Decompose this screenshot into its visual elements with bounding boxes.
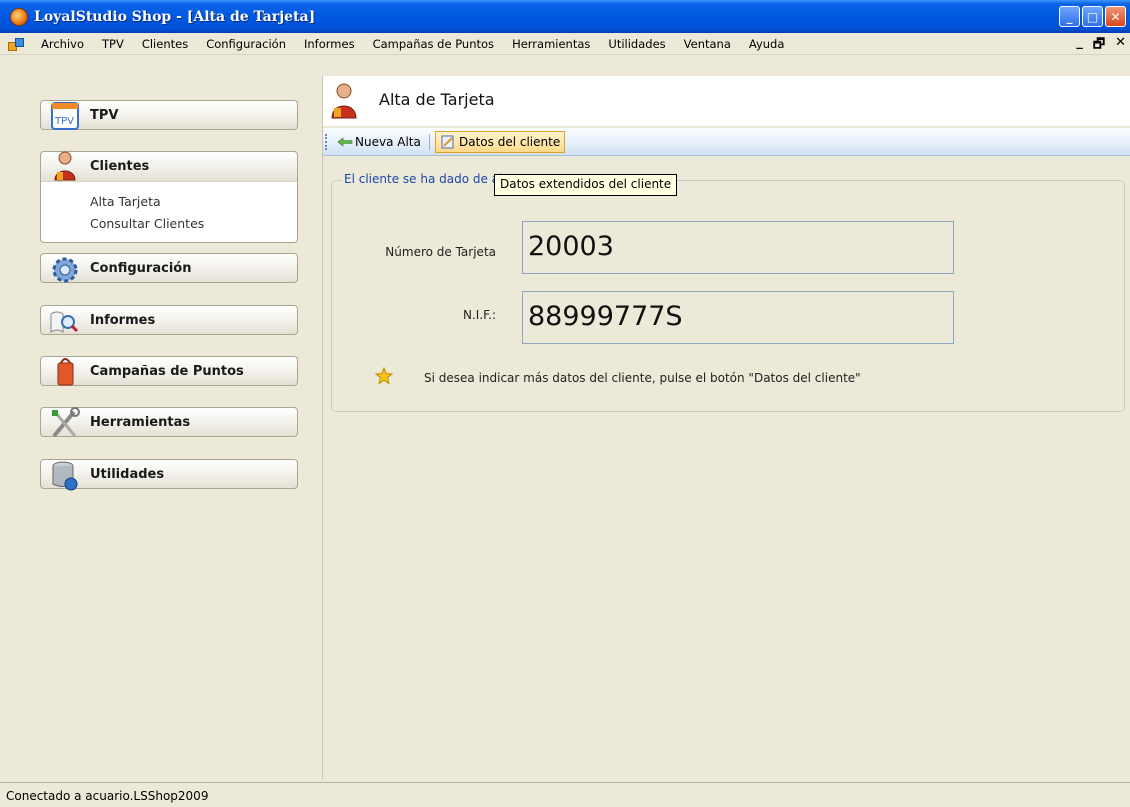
card-number-label: Número de Tarjeta	[385, 245, 496, 259]
status-bar: Conectado a acuario.LSShop2009	[0, 782, 1130, 807]
minimize-button[interactable]: _	[1059, 6, 1080, 27]
toolbar-separator	[429, 134, 430, 150]
nav-group-label: Herramientas	[90, 415, 191, 430]
client-data-label: Datos del cliente	[459, 135, 561, 149]
card-number-field[interactable]: 20003	[522, 221, 954, 274]
menu-tpv[interactable]: TPV	[93, 37, 133, 51]
report-icon	[50, 311, 79, 333]
tpv-icon: TPV	[51, 102, 79, 130]
window-controls: _ □ ✕	[1059, 6, 1126, 27]
new-card-button[interactable]: Nueva Alta	[333, 131, 425, 153]
content-area: Alta de Tarjeta Nueva Alta Datos del cli…	[323, 76, 1130, 779]
menu-informes[interactable]: Informes	[295, 37, 364, 51]
gear-icon	[52, 257, 78, 283]
menu-ventana[interactable]: Ventana	[675, 37, 740, 51]
nav-group-label: TPV	[90, 108, 119, 123]
nav-group-label: Utilidades	[90, 467, 165, 482]
toolbar-grip[interactable]	[325, 134, 328, 150]
nav-group-herramientas[interactable]: Herramientas	[40, 407, 298, 438]
menu-bar: Archivo TPV Clientes Configuración Infor…	[0, 33, 1130, 55]
status-text: Conectado a acuario.LSShop2009	[6, 789, 209, 803]
database-icon	[52, 461, 78, 491]
tools-icon	[52, 407, 80, 438]
nav-group-label: Configuración	[90, 261, 192, 276]
client-data-button[interactable]: Datos del cliente	[435, 131, 566, 153]
menu-herramientas[interactable]: Herramientas	[503, 37, 599, 51]
nav-group-label: Campañas de Puntos	[90, 364, 244, 379]
mdi-controls: _ 🗗 ✕	[1076, 35, 1126, 57]
title-bar[interactable]: LoyalStudio Shop - [Alta de Tarjeta] _ □…	[0, 0, 1130, 33]
mdi-restore-icon[interactable]: 🗗	[1093, 35, 1105, 57]
nav-group-label: Informes	[90, 313, 156, 328]
menu-utilidades[interactable]: Utilidades	[599, 37, 674, 51]
close-button[interactable]: ✕	[1105, 6, 1126, 27]
shopping-bag-icon	[57, 358, 74, 386]
star-icon	[375, 367, 393, 385]
tooltip: Datos extendidos del cliente	[494, 174, 678, 196]
nav-group-campanas[interactable]: Campañas de Puntos	[40, 356, 298, 386]
nav-group-utilidades[interactable]: Utilidades	[40, 459, 298, 491]
menu-ayuda[interactable]: Ayuda	[740, 37, 794, 51]
menu-configuracion[interactable]: Configuración	[197, 37, 295, 51]
nav-item-alta-tarjeta[interactable]: Alta Tarjeta	[90, 194, 161, 209]
mdi-window-icon[interactable]	[8, 37, 24, 51]
groupbox-caption: El cliente se ha dado de al	[342, 172, 505, 186]
window-title: LoyalStudio Shop - [Alta de Tarjeta]	[34, 8, 316, 25]
menu-campanas[interactable]: Campañas de Puntos	[364, 37, 504, 51]
client-icon	[54, 151, 76, 181]
hint-text: Si desea indicar más datos del cliente, …	[424, 371, 861, 385]
page-title: Alta de Tarjeta	[379, 90, 495, 109]
mdi-minimize-icon[interactable]: _	[1076, 35, 1083, 57]
nav-group-informes[interactable]: Informes	[40, 305, 298, 335]
nav-group-label: Clientes	[90, 159, 150, 174]
mdi-close-icon[interactable]: ✕	[1115, 35, 1126, 57]
nav-group-configuracion[interactable]: Configuración	[40, 253, 298, 283]
card-groupbox: El cliente se ha dado de al Número de Ta…	[331, 172, 1125, 412]
edit-document-icon	[441, 135, 454, 149]
navigation-panel: TPV TPV Clientes Alta Tarjeta Consultar …	[8, 76, 323, 779]
content-header: Alta de Tarjeta	[323, 76, 1130, 126]
new-card-label: Nueva Alta	[355, 135, 421, 149]
toolbar: Nueva Alta Datos del cliente	[323, 128, 1130, 156]
arrow-left-icon	[337, 137, 353, 147]
maximize-button[interactable]: □	[1082, 6, 1103, 27]
nav-group-tpv[interactable]: TPV TPV	[40, 100, 298, 130]
app-icon	[10, 7, 28, 26]
menu-archivo[interactable]: Archivo	[32, 37, 93, 51]
nif-field[interactable]: 88999777S	[522, 291, 954, 344]
nav-item-consultar-clientes[interactable]: Consultar Clientes	[90, 216, 204, 231]
menu-clientes[interactable]: Clientes	[133, 37, 197, 51]
nav-group-clientes: Clientes Alta Tarjeta Consultar Clientes	[40, 151, 298, 243]
client-header-icon	[331, 83, 357, 119]
nif-label: N.I.F.:	[463, 308, 496, 322]
svg-text:TPV: TPV	[54, 116, 74, 127]
